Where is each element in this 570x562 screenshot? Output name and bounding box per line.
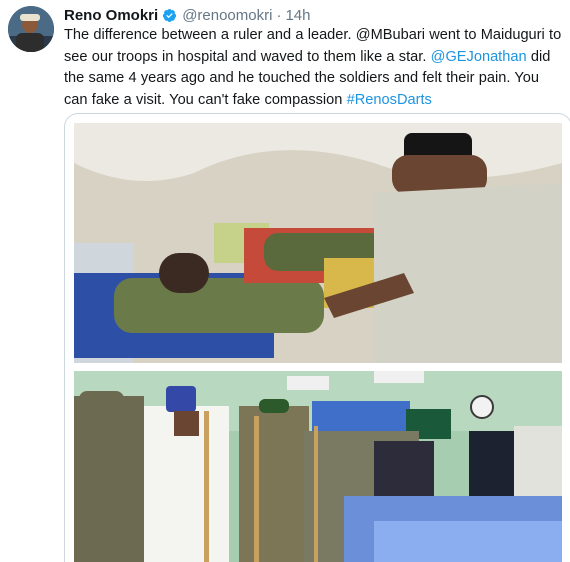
tweet-text: The difference between a ruler and a lea… xyxy=(64,25,564,111)
author-name[interactable]: Reno Omokri xyxy=(64,7,158,24)
avatar[interactable] xyxy=(8,6,54,52)
photo-hospital-visit-2[interactable] xyxy=(74,371,562,562)
mention-link[interactable]: @GEJonathan xyxy=(431,49,527,65)
separator-dot: · xyxy=(276,6,282,24)
timestamp[interactable]: 14h xyxy=(285,7,310,24)
hashtag-link[interactable]: #RenosDarts xyxy=(347,92,432,108)
tweet-header: Reno Omokri @renoomokri · 14h xyxy=(64,5,310,25)
verified-badge-icon xyxy=(163,8,177,22)
author-handle[interactable]: @renoomokri xyxy=(182,7,272,24)
media-container xyxy=(64,113,570,562)
photo-hospital-visit-1[interactable] xyxy=(74,123,562,363)
